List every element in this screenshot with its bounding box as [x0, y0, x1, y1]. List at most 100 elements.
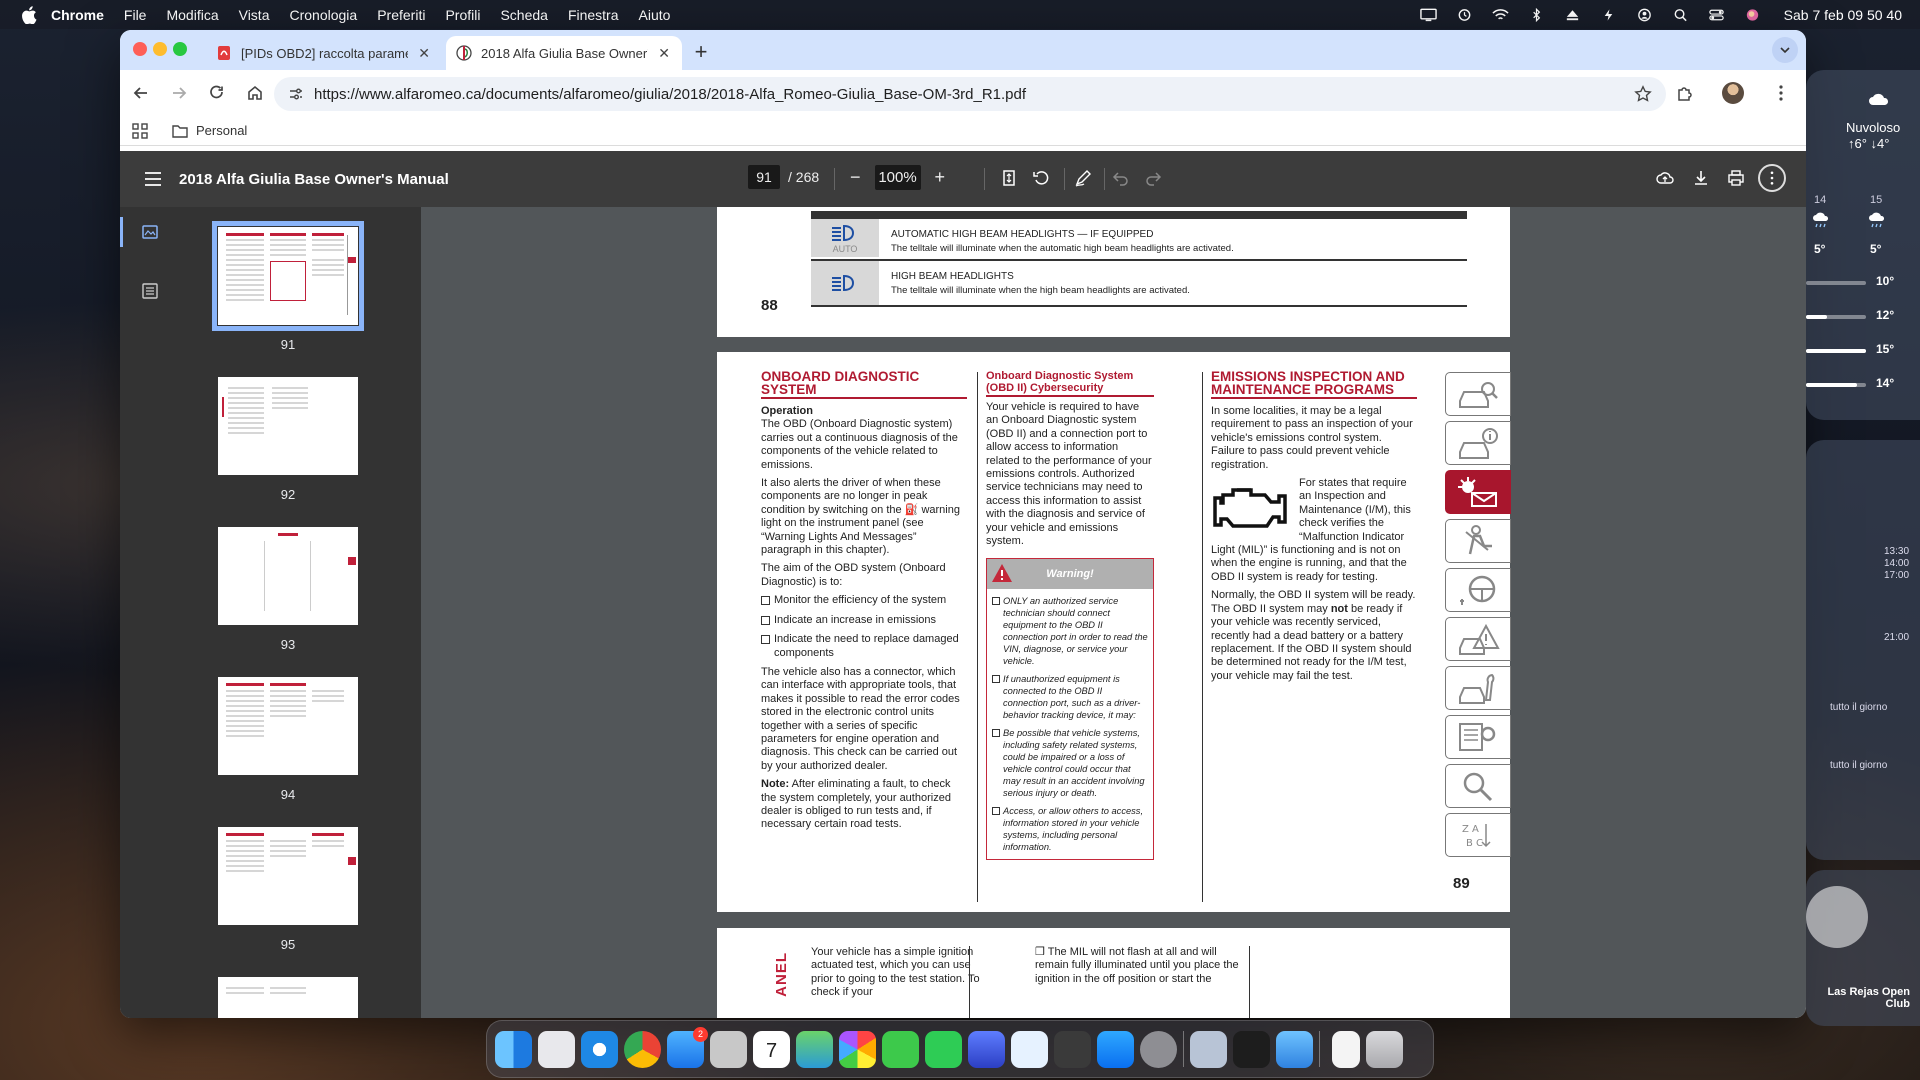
menu-aiuto[interactable]: Aiuto — [639, 7, 671, 23]
activity-monitor-icon[interactable] — [1233, 1030, 1270, 1068]
siri-icon[interactable] — [1744, 8, 1762, 22]
forward-button[interactable] — [162, 76, 196, 110]
chapter-tab-customer-assistance[interactable] — [1445, 764, 1511, 808]
photos-icon[interactable] — [839, 1030, 876, 1068]
control-center-icon[interactable] — [1708, 8, 1726, 22]
chapter-tab-emergency[interactable] — [1445, 617, 1511, 661]
undo-icon[interactable] — [1110, 167, 1132, 189]
thumbnail-page-93[interactable]: 93 — [218, 527, 358, 652]
time-machine-icon[interactable] — [1456, 8, 1474, 22]
apple-icon[interactable] — [21, 5, 37, 24]
maps-widget[interactable]: Las Rejas Open Club — [1806, 870, 1920, 1026]
window-close-button[interactable] — [133, 42, 147, 56]
maps-icon[interactable] — [796, 1030, 833, 1068]
chapter-tab-instrument-panel[interactable] — [1445, 470, 1511, 514]
window-zoom-button[interactable] — [173, 42, 187, 56]
chapter-tab-vehicle-info[interactable] — [1445, 421, 1511, 465]
battery-bolt-icon[interactable] — [1600, 8, 1618, 22]
apps-grid-icon[interactable] — [132, 122, 148, 139]
pdf-more-options-icon[interactable] — [1758, 164, 1786, 192]
chapter-tab-safety[interactable] — [1445, 519, 1511, 563]
chapter-tab-index[interactable]: Z A B C — [1445, 813, 1511, 857]
menu-cronologia[interactable]: Cronologia — [289, 7, 357, 23]
extensions-icon[interactable] — [1668, 76, 1702, 110]
window-minimize-button[interactable] — [153, 42, 167, 56]
trash-icon[interactable] — [1366, 1030, 1403, 1068]
site-info-icon[interactable] — [288, 86, 304, 102]
profile-avatar[interactable] — [1716, 76, 1750, 110]
back-button[interactable] — [124, 76, 158, 110]
chapter-tab-starting-operating[interactable] — [1445, 568, 1511, 612]
menu-scheda[interactable]: Scheda — [500, 7, 547, 23]
thumbnails-view-icon[interactable] — [142, 224, 158, 240]
chapter-tab-servicing[interactable] — [1445, 666, 1511, 710]
drive-upload-icon[interactable] — [1654, 167, 1676, 189]
wifi-icon[interactable] — [1492, 8, 1510, 22]
vpn-app-icon[interactable] — [968, 1030, 1005, 1068]
menu-profili[interactable]: Profili — [445, 7, 480, 23]
tab-alfa-manual[interactable]: 2018 Alfa Giulia Base Owner's ✕ — [446, 36, 682, 70]
pdf-page-viewer[interactable]: AUTO AUTOMATIC HIGH BEAM HEADLIGHTS — IF… — [421, 207, 1806, 1018]
bookmark-star-icon[interactable] — [1634, 85, 1652, 103]
contacts-icon[interactable] — [710, 1030, 747, 1068]
pdf-sidebar-menu-icon[interactable] — [145, 172, 161, 186]
thumbnail-page-94[interactable]: 94 — [218, 677, 358, 802]
download-icon[interactable] — [1690, 167, 1712, 189]
facetime-icon[interactable] — [925, 1030, 962, 1068]
thumbnail-page-91[interactable]: 91 — [212, 221, 364, 352]
utility-app-icon[interactable] — [1054, 1030, 1091, 1068]
thumbnail-page-95[interactable]: 95 — [218, 827, 358, 952]
menu-bar-clock[interactable]: Sab 7 feb 09 50 40 — [1784, 7, 1902, 23]
zoom-level-input[interactable]: 100% — [874, 165, 921, 190]
redo-icon[interactable] — [1142, 167, 1164, 189]
chapter-tab-technical-specs[interactable] — [1445, 715, 1511, 759]
calendar-icon[interactable]: 7 — [753, 1030, 790, 1068]
menu-file[interactable]: File — [124, 7, 147, 23]
display-icon[interactable] — [1420, 8, 1438, 22]
outline-view-icon[interactable] — [142, 283, 158, 299]
chrome-icon[interactable] — [624, 1030, 661, 1068]
address-bar[interactable]: https://www.alfaromeo.ca/documents/alfar… — [274, 77, 1666, 111]
safari-icon[interactable] — [581, 1030, 618, 1068]
page-number-input[interactable]: 91 — [748, 165, 780, 189]
app-store-icon[interactable] — [1097, 1030, 1134, 1068]
url-text[interactable]: https://www.alfaromeo.ca/documents/alfar… — [314, 86, 1634, 103]
weather-app-icon[interactable] — [1276, 1030, 1313, 1068]
print-icon[interactable] — [1725, 167, 1747, 189]
stocks-icon[interactable] — [1011, 1030, 1048, 1068]
home-button[interactable] — [238, 76, 272, 110]
user-account-icon[interactable] — [1636, 8, 1654, 22]
weather-widget[interactable]: Nuvoloso ↑6° ↓4° 14 15 5° 5° 10° 12° 15°… — [1806, 70, 1920, 420]
menu-app-name[interactable]: Chrome — [51, 7, 104, 23]
menu-finestra[interactable]: Finestra — [568, 7, 619, 23]
zoom-in-button[interactable]: + — [935, 167, 946, 188]
system-settings-icon[interactable] — [1140, 1030, 1177, 1068]
menu-modifica[interactable]: Modifica — [166, 7, 218, 23]
fit-page-icon[interactable] — [998, 167, 1020, 189]
menu-preferiti[interactable]: Preferiti — [377, 7, 425, 23]
menu-vista[interactable]: Vista — [239, 7, 270, 23]
bookmark-folder-personal[interactable]: Personal — [196, 123, 247, 138]
rotate-icon[interactable] — [1030, 167, 1052, 189]
document-icon[interactable] — [1332, 1030, 1360, 1068]
finder-icon[interactable] — [495, 1030, 532, 1068]
messages-icon[interactable] — [882, 1030, 919, 1068]
browser-menu-icon[interactable] — [1764, 76, 1798, 110]
launchpad-icon[interactable] — [538, 1030, 575, 1068]
mail-icon[interactable]: 2 — [667, 1026, 708, 1068]
thumbnail-page-96[interactable] — [218, 977, 358, 1018]
tab-search-chevron-icon[interactable] — [1772, 37, 1798, 63]
tab-close-icon[interactable]: ✕ — [416, 45, 432, 62]
chapter-tab-getting-to-know-vehicle[interactable] — [1445, 372, 1511, 416]
spotlight-search-icon[interactable] — [1672, 8, 1690, 22]
eject-icon[interactable] — [1564, 8, 1582, 22]
thumbnail-page-92[interactable]: 92 — [218, 377, 358, 502]
tab-close-icon[interactable]: ✕ — [656, 45, 672, 62]
reload-button[interactable] — [200, 76, 234, 110]
annotate-pen-icon[interactable] — [1072, 167, 1094, 189]
zoom-out-button[interactable]: − — [850, 167, 861, 188]
calendar-widget[interactable]: 13:30 14:00 17:00 21:00 tutto il giorno … — [1806, 440, 1920, 860]
bluetooth-icon[interactable] — [1528, 7, 1546, 22]
new-tab-button[interactable]: + — [690, 39, 712, 65]
preview-icon[interactable] — [1190, 1030, 1227, 1068]
